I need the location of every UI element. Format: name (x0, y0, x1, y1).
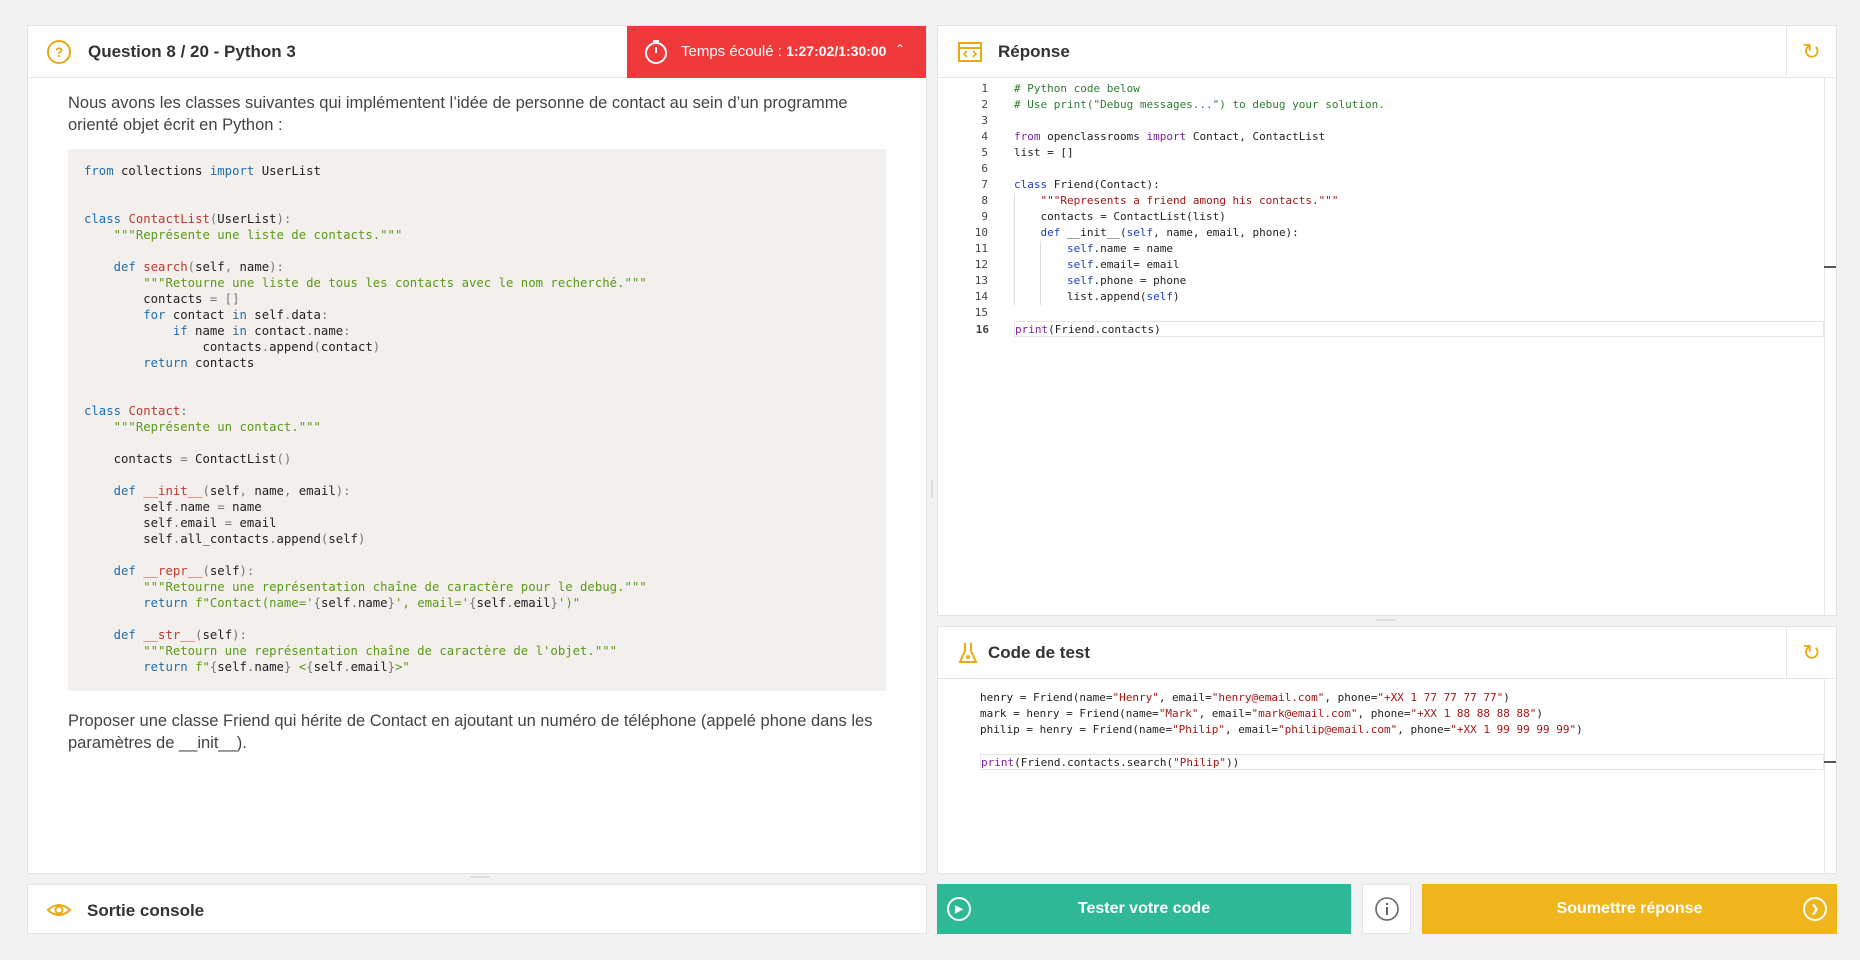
timer-label: Temps écoulé : (681, 43, 787, 60)
code-line: 5 list = [] (938, 145, 1824, 161)
refresh-icon[interactable]: ↻ (1786, 627, 1836, 679)
question-code-block: from collections import UserList class C… (68, 149, 886, 691)
info-icon (1374, 897, 1399, 921)
test-scrollbar[interactable] (1824, 679, 1836, 873)
code-window-icon (958, 42, 982, 62)
code-line: 15 (938, 305, 1824, 321)
code-line: 14 list.append(self) (938, 289, 1824, 305)
test-title: Code de test (988, 643, 1091, 662)
line-number: 16 (975, 323, 989, 336)
test-code-line: philip = henry = Friend(name="Philip", e… (938, 722, 1824, 738)
code-text: def __init__(self, name, email, phone): (1040, 226, 1299, 239)
code-line: 11 self.name = name (938, 241, 1824, 257)
code-line: 1 # Python code below (938, 81, 1824, 97)
console-splitter-handle[interactable] (470, 876, 490, 878)
test-code-button[interactable]: ▶ Tester votre code (937, 884, 1351, 934)
response-splitter-handle[interactable] (1376, 619, 1396, 621)
line-number: 15 (974, 306, 988, 319)
code-text: philip = henry = Friend(name="Philip", e… (980, 723, 1583, 736)
vertical-splitter-handle[interactable] (931, 480, 933, 498)
code-line: 13 self.phone = phone (938, 273, 1824, 289)
line-number: 6 (981, 162, 988, 175)
code-line: 16 print(Friend.contacts) (976, 321, 1824, 337)
code-text: list.append(self) (1014, 290, 1180, 303)
eye-icon (46, 904, 72, 916)
play-icon: ▶ (947, 897, 971, 921)
chevron-up-icon[interactable]: ⌃ (895, 42, 905, 56)
line-number: 4 (981, 130, 988, 143)
line-number: 12 (974, 258, 988, 271)
refresh-icon[interactable]: ↻ (1786, 26, 1836, 78)
test-code-line: henry = Friend(name="Henry", email="henr… (938, 690, 1824, 706)
code-line: 6 (938, 161, 1824, 177)
code-text: # Python code below (1014, 82, 1140, 95)
line-number: 10 (974, 226, 988, 239)
code-text: contacts = ContactList(list) (1014, 210, 1226, 223)
code-text: from openclassrooms import Contact, Cont… (1014, 130, 1326, 143)
submit-answer-button[interactable]: Soumettre réponse ❯ (1422, 884, 1837, 934)
line-number: 2 (981, 98, 988, 111)
code-line: 12 self.email= email (938, 257, 1824, 273)
code-line: 3 (938, 113, 1824, 129)
arrow-right-icon: ❯ (1803, 897, 1827, 921)
code-line: 7 class Friend(Contact): (938, 177, 1824, 193)
code-text: # Use print("Debug messages...") to debu… (1014, 98, 1385, 111)
code-line: 8 """Represents a friend among his conta… (938, 193, 1824, 209)
line-number: 7 (981, 178, 988, 191)
question-panel: ? Question 8 / 20 - Python 3 Temps écoul… (27, 25, 927, 874)
code-text: mark = henry = Friend(name="Mark", email… (980, 707, 1543, 720)
line-number: 13 (974, 274, 988, 287)
console-panel[interactable]: Sortie console (27, 884, 927, 934)
info-button[interactable] (1362, 884, 1411, 934)
response-scrollbar[interactable] (1824, 78, 1836, 615)
question-icon: ? (47, 40, 71, 64)
question-title: Question 8 / 20 - Python 3 (88, 42, 296, 61)
line-number: 8 (981, 194, 988, 207)
question-intro: Nous avons les classes suivantes qui imp… (68, 94, 848, 134)
indent-guide (1014, 193, 1015, 305)
response-panel: Réponse ↻ 1 # Python code below 2 # Use pri… (937, 25, 1837, 616)
code-line: 2 # Use print("Debug messages...") to deb… (938, 97, 1824, 113)
line-number: 1 (981, 82, 988, 95)
code-text: print(Friend.contacts) (1015, 323, 1161, 336)
line-number: 11 (974, 242, 988, 255)
question-header: ? Question 8 / 20 - Python 3 Temps écoul… (28, 26, 926, 78)
code-text: henry = Friend(name="Henry", email="henr… (980, 691, 1510, 704)
line-number: 9 (981, 210, 988, 223)
test-editor[interactable]: henry = Friend(name="Henry", email="henr… (938, 679, 1824, 873)
line-number: 3 (981, 114, 988, 127)
response-title: Réponse (998, 42, 1070, 61)
question-outro: Proposer une classe Friend qui hérite de… (68, 712, 873, 752)
test-code-line (938, 738, 1824, 754)
code-line: 10 def __init__(self, name, email, phone… (938, 225, 1824, 241)
response-editor[interactable]: 1 # Python code below 2 # Use print("Debug … (938, 78, 1824, 615)
line-number: 5 (981, 146, 988, 159)
timer-value: 1:27:02/1:30:00 (786, 43, 887, 59)
code-text: print(Friend.contacts.search("Philip")) (981, 756, 1240, 769)
svg-text:?: ? (55, 44, 64, 60)
timer[interactable]: Temps écoulé : 1:27:02/1:30:00 ⌃ (627, 26, 926, 78)
test-header: Code de test ↻ (938, 627, 1836, 679)
test-panel: Code de test ↻ henry = Friend(name="Henr… (937, 626, 1837, 874)
console-title: Sortie console (87, 901, 205, 920)
code-line: 9 contacts = ContactList(list) (938, 209, 1824, 225)
code-text: class Friend(Contact): (1014, 178, 1160, 191)
code-text: self.name = name (1066, 242, 1173, 255)
question-body: Nous avons les classes suivantes qui imp… (68, 92, 886, 754)
test-code-line: mark = henry = Friend(name="Mark", email… (938, 706, 1824, 722)
code-text: self.email= email (1066, 258, 1180, 271)
test-code-label: Tester votre code (1077, 900, 1211, 917)
response-header: Réponse ↻ (938, 26, 1836, 78)
test-code-line: print(Friend.contacts.search("Philip")) (980, 754, 1824, 770)
code-text: """Represents a friend among his contact… (1040, 194, 1339, 207)
line-number: 14 (974, 290, 988, 303)
code-text: list = [] (1014, 146, 1074, 159)
submit-answer-label: Soumettre réponse (1556, 900, 1703, 917)
code-line: 4 from openclassrooms import Contact, Con… (938, 129, 1824, 145)
flask-icon (958, 643, 978, 663)
indent-guide (1040, 241, 1041, 305)
timer-icon (645, 40, 667, 64)
